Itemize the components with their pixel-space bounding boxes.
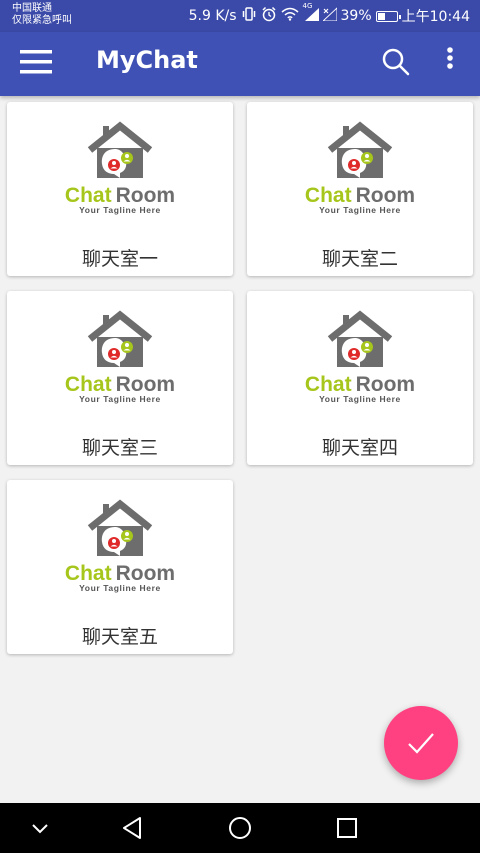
room-card[interactable]: Chat Room Your Tagline Here 聊天室五 — [7, 480, 233, 654]
system-nav-bar — [0, 803, 480, 853]
signal-4g-icon: 4G — [303, 2, 319, 25]
more-options-button[interactable] — [436, 44, 464, 80]
wifi-icon — [281, 7, 299, 25]
house-icon — [87, 499, 153, 556]
network-speed: 5.9 K/s — [188, 8, 237, 24]
house-icon — [327, 310, 393, 367]
battery-icon — [375, 10, 401, 22]
room-name: 聊天室三 — [81, 437, 158, 459]
carrier-name: 中国联通 — [12, 3, 52, 14]
app-title: MyChat — [96, 46, 198, 74]
room-name: 聊天室二 — [321, 248, 398, 270]
logo-tagline: Your Tagline Here — [319, 394, 401, 404]
logo-tagline: Your Tagline Here — [79, 394, 161, 404]
room-card[interactable]: Chat Room Your Tagline Here 聊天室二 — [247, 102, 473, 276]
room-card[interactable]: Chat Room Your Tagline Here 聊天室一 — [7, 102, 233, 276]
home-circle-icon — [229, 817, 251, 839]
recents-square-icon — [337, 818, 357, 838]
logo-tagline: Your Tagline Here — [319, 205, 401, 215]
hide-nav-button[interactable] — [25, 813, 55, 843]
chat-room-logo: Chat Room Your Tagline Here — [247, 120, 473, 220]
chevron-down-icon — [32, 824, 48, 834]
status-bar: 中国联通 仅限紧急呼叫 5.9 K/s 4G 39% 上午10:44 — [0, 0, 480, 32]
chat-room-logo: Chat Room Your Tagline Here — [247, 309, 473, 409]
house-icon — [87, 121, 153, 178]
logo-title: Chat Room — [65, 373, 175, 396]
battery-percent: 39% — [340, 8, 372, 24]
house-icon — [327, 121, 393, 178]
more-vert-icon — [447, 47, 453, 69]
chat-room-logo: Chat Room Your Tagline Here — [7, 309, 233, 409]
status-icons: 5.9 K/s 4G 39% 上午10:44 — [189, 0, 470, 32]
logo-title: Chat Room — [65, 562, 175, 585]
network-type-label: 4G — [302, 2, 313, 10]
room-name: 聊天室四 — [321, 437, 398, 459]
room-card[interactable]: Chat Room Your Tagline Here 聊天室三 — [7, 291, 233, 465]
home-button[interactable] — [225, 813, 255, 843]
house-icon — [87, 310, 153, 367]
search-button[interactable] — [378, 44, 414, 80]
battery-level-fill — [377, 12, 385, 20]
carrier-info: 中国联通 仅限紧急呼叫 — [12, 3, 72, 27]
app-bar: MyChat — [0, 32, 480, 96]
back-triangle-icon — [123, 817, 141, 839]
chat-room-logo: Chat Room Your Tagline Here — [7, 120, 233, 220]
logo-title: Chat Room — [65, 184, 175, 207]
search-icon — [382, 48, 410, 76]
emergency-only-text: 仅限紧急呼叫 — [12, 15, 72, 26]
logo-tagline: Your Tagline Here — [79, 583, 161, 593]
hamburger-icon — [20, 50, 52, 74]
clock: 上午10:44 — [401, 9, 470, 25]
vibrate-icon — [241, 6, 257, 26]
room-name: 聊天室五 — [81, 626, 158, 648]
logo-title: Chat Room — [305, 184, 415, 207]
alarm-icon — [261, 6, 277, 26]
confirm-fab[interactable] — [384, 706, 458, 780]
room-name: 聊天室一 — [81, 248, 158, 270]
logo-tagline: Your Tagline Here — [79, 205, 161, 215]
room-card[interactable]: Chat Room Your Tagline Here 聊天室四 — [247, 291, 473, 465]
chat-room-logo: Chat Room Your Tagline Here — [7, 498, 233, 598]
logo-title: Chat Room — [305, 373, 415, 396]
signal-no-sim-icon — [321, 6, 338, 25]
recents-button[interactable] — [332, 813, 362, 843]
back-button[interactable] — [118, 813, 148, 843]
menu-button[interactable] — [16, 46, 56, 82]
check-icon — [408, 733, 434, 754]
